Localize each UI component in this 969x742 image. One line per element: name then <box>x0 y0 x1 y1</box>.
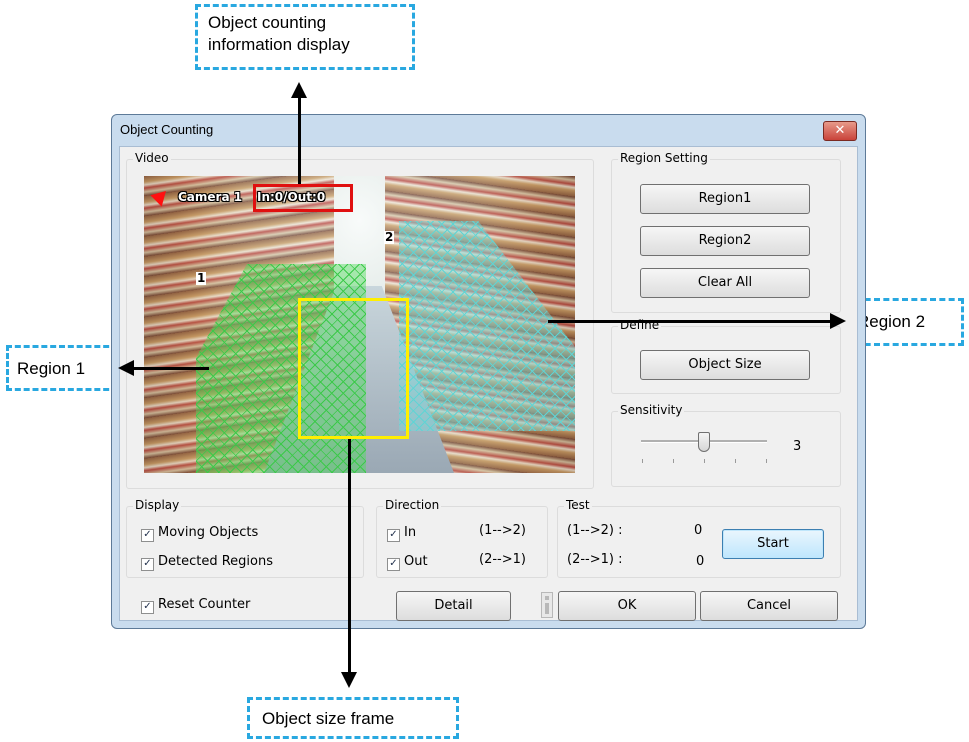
display-label: Display <box>133 498 182 512</box>
camera-label: Camera 1 <box>178 190 243 204</box>
reset-counter-checkbox[interactable]: ✓ Reset Counter <box>141 597 250 614</box>
callout-region-2-text: Region 2 <box>857 312 926 331</box>
region-1-connector <box>131 367 209 370</box>
direction-out-label: Out <box>404 554 428 569</box>
slider-tick <box>673 459 674 463</box>
counting-info-highlight <box>253 184 353 212</box>
direction-out-checkbox[interactable]: ✓ Out <box>387 554 428 571</box>
sensitivity-value: 3 <box>793 439 802 454</box>
arrow-down-icon <box>341 672 357 688</box>
ok-button[interactable]: OK <box>558 591 696 621</box>
arrow-right-icon <box>830 313 846 329</box>
direction-in-desc: (1-->2) <box>479 523 526 538</box>
video-feed[interactable]: Camera 1 In:0/Out:0 1 2 <box>144 176 575 473</box>
direction-in-label: In <box>404 525 417 540</box>
region-1-number: 1 <box>196 271 207 285</box>
close-icon: ✕ <box>834 123 846 138</box>
slider-tick <box>704 459 705 463</box>
test-row2-value: 0 <box>696 554 705 569</box>
region-2-number: 2 <box>384 230 395 244</box>
direction-out-desc: (2-->1) <box>479 552 526 567</box>
moving-objects-checkbox[interactable]: ✓ Moving Objects <box>141 525 258 542</box>
slider-tick <box>642 459 643 463</box>
sensitivity-group: Sensitivity <box>611 403 841 487</box>
start-button[interactable]: Start <box>722 529 824 559</box>
checkmark-icon: ✓ <box>141 529 154 542</box>
detected-regions-label: Detected Regions <box>158 554 274 569</box>
test-row1-value: 0 <box>694 523 703 538</box>
direction-in-checkbox[interactable]: ✓ In <box>387 525 416 542</box>
checkmark-icon: ✓ <box>141 601 154 614</box>
object-size-connector <box>348 439 351 673</box>
callout-region-1-text: Region 1 <box>17 359 86 378</box>
sensitivity-label: Sensitivity <box>618 403 685 417</box>
test-row2-label: (2-->1) : <box>567 552 623 567</box>
arrow-left-icon <box>118 360 134 376</box>
region-setting-label: Region Setting <box>618 151 710 165</box>
region-2-connector <box>548 320 833 323</box>
slider-tick <box>766 459 767 463</box>
checkmark-icon: ✓ <box>387 558 400 571</box>
sensitivity-slider-thumb[interactable] <box>698 432 710 452</box>
test-row1-label: (1-->2) : <box>567 523 623 538</box>
object-size-frame[interactable] <box>298 298 409 439</box>
callout-region-1: Region 1 <box>6 345 118 391</box>
cancel-button[interactable]: Cancel <box>700 591 838 621</box>
callout-counting-info-text: Object counting information display <box>208 13 350 54</box>
detected-regions-checkbox[interactable]: ✓ Detected Regions <box>141 554 273 571</box>
region1-button[interactable]: Region1 <box>640 184 810 214</box>
callout-object-size-frame: Object size frame <box>247 697 459 739</box>
slider-tick <box>735 459 736 463</box>
object-size-button[interactable]: Object Size <box>640 350 810 380</box>
arrow-up-icon <box>291 82 307 98</box>
test-label: Test <box>564 498 592 512</box>
checkmark-icon: ✓ <box>387 529 400 542</box>
title-bar[interactable]: Object Counting ✕ <box>112 115 865 145</box>
checkmark-icon: ✓ <box>141 558 154 571</box>
callout-counting-info: Object counting information display <box>195 4 415 70</box>
region2-button[interactable]: Region2 <box>640 226 810 256</box>
video-group-label: Video <box>133 151 171 165</box>
callout-object-size-frame-text: Object size frame <box>262 709 395 728</box>
window-title: Object Counting <box>120 122 214 137</box>
close-button[interactable]: ✕ <box>823 121 857 141</box>
counting-info-connector <box>298 96 301 184</box>
clear-all-button[interactable]: Clear All <box>640 268 810 298</box>
info-icon <box>541 592 553 618</box>
reset-counter-label: Reset Counter <box>158 597 251 612</box>
detail-button[interactable]: Detail <box>396 591 511 621</box>
direction-label: Direction <box>383 498 442 512</box>
moving-objects-label: Moving Objects <box>158 525 259 540</box>
